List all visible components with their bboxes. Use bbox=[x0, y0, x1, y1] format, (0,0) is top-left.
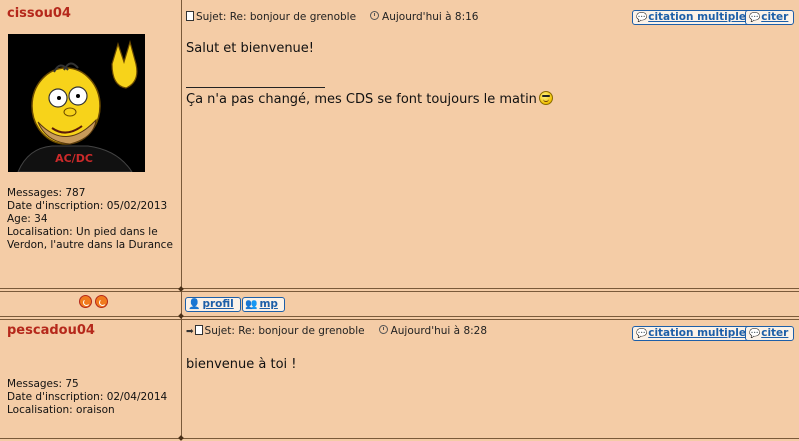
clock-icon bbox=[370, 11, 380, 20]
forum-thread: cissou04 AC/DC Messages: 787 Date d'insc… bbox=[0, 0, 799, 441]
quote-bubble-icon: 💬 bbox=[636, 329, 648, 339]
homer-rock-avatar-icon: AC/DC bbox=[8, 34, 145, 172]
post1-author-panel: cissou04 AC/DC Messages: 787 Date d'insc… bbox=[0, 0, 181, 288]
quote-label: citer bbox=[761, 11, 789, 23]
profile-label: profil bbox=[202, 298, 234, 310]
quote-button[interactable]: 💬citer bbox=[745, 326, 795, 341]
quote-button[interactable]: 💬citer bbox=[745, 10, 795, 25]
divider-dot bbox=[178, 313, 184, 319]
go-to-top-icon[interactable] bbox=[79, 295, 92, 308]
post1-profile-info: Messages: 787 Date d'inscription: 05/02/… bbox=[7, 187, 179, 252]
divider-line bbox=[0, 291, 799, 292]
post2-profile-info: Messages: 75 Date d'inscription: 02/04/2… bbox=[7, 378, 179, 417]
post1-time: Aujourd'hui à 8:16 bbox=[382, 11, 479, 23]
post1-age: Age: 34 bbox=[7, 213, 48, 225]
divider-line bbox=[0, 316, 799, 317]
post2-author-panel: pescadou04 Messages: 75 Date d'inscripti… bbox=[0, 319, 181, 438]
new-post-arrow-icon: ➡ bbox=[186, 327, 194, 337]
document-icon bbox=[194, 325, 203, 335]
divider-line bbox=[0, 438, 799, 439]
go-to-bottom-icon[interactable] bbox=[95, 295, 108, 308]
person-icon: 👤 bbox=[188, 299, 201, 310]
cool-smiley-icon bbox=[538, 91, 553, 105]
post2-subject[interactable]: Sujet: Re: bonjour de grenoble bbox=[205, 325, 365, 337]
quote-bubble-icon: 💬 bbox=[749, 329, 761, 339]
post2-username[interactable]: pescadou04 bbox=[7, 323, 95, 338]
multi-quote-button[interactable]: 💬citation multiple bbox=[632, 10, 752, 25]
multi-quote-label: citation multiple bbox=[648, 327, 746, 339]
post2-time: Aujourd'hui à 8:28 bbox=[390, 325, 488, 337]
avatar-shirt-text: AC/DC bbox=[55, 152, 93, 165]
post1-signature: Ça n'a pas changé, mes CDS se font toujo… bbox=[186, 91, 553, 107]
post2-location: Localisation: oraison bbox=[7, 404, 115, 416]
pm-label: mp bbox=[259, 298, 278, 310]
post1-header: Sujet: Re: bonjour de grenoble Aujourd'hu… bbox=[186, 11, 478, 23]
profile-button[interactable]: 👤 profil bbox=[185, 297, 241, 312]
post1-signature-text: Ça n'a pas changé, mes CDS se font toujo… bbox=[186, 92, 537, 107]
post2-content: ➡ Sujet: Re: bonjour de grenoble Aujourd'h… bbox=[182, 319, 799, 438]
post1-subject[interactable]: Sujet: Re: bonjour de grenoble bbox=[196, 11, 356, 23]
multi-quote-button[interactable]: 💬citation multiple bbox=[632, 326, 752, 341]
divider-line bbox=[0, 288, 799, 289]
post2-messages-count: Messages: 75 bbox=[7, 378, 79, 390]
quote-label: citer bbox=[761, 327, 789, 339]
post1-username[interactable]: cissou04 bbox=[7, 6, 71, 21]
quote-bubble-icon: 💬 bbox=[636, 13, 648, 23]
two-persons-icon: 👥 bbox=[245, 299, 258, 310]
quote-bubble-icon: 💬 bbox=[749, 13, 761, 23]
document-icon bbox=[186, 11, 194, 21]
post2-message: bienvenue à toi ! bbox=[186, 357, 297, 372]
multi-quote-label: citation multiple bbox=[648, 11, 746, 23]
signature-separator bbox=[186, 87, 325, 88]
post1-avatar[interactable]: AC/DC bbox=[8, 34, 145, 172]
private-message-button[interactable]: 👥 mp bbox=[242, 297, 285, 312]
post2-header: ➡ Sujet: Re: bonjour de grenoble Aujourd'h… bbox=[186, 325, 487, 337]
post1-location: Localisation: Un pied dans le Verdon, l'… bbox=[7, 226, 173, 251]
post1-message: Salut et bienvenue! bbox=[186, 41, 315, 56]
post1-signup-date: Date d'inscription: 05/02/2013 bbox=[7, 200, 168, 212]
post2-signup-date: Date d'inscription: 02/04/2014 bbox=[7, 391, 168, 403]
clock-icon bbox=[378, 325, 388, 334]
post1-content: Sujet: Re: bonjour de grenoble Aujourd'hu… bbox=[182, 0, 799, 288]
post1-messages-count: Messages: 787 bbox=[7, 187, 86, 199]
